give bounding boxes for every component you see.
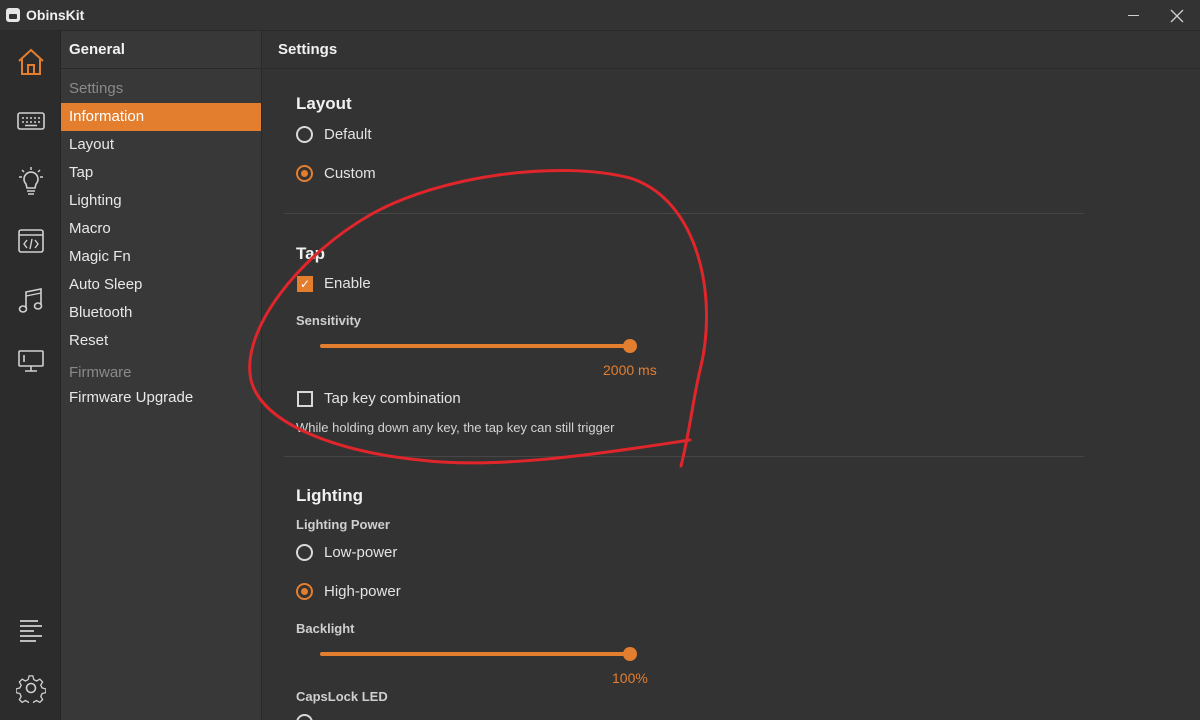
backlight-value: 100%: [612, 670, 648, 686]
tap-combo-hint: While holding down any key, the tap key …: [296, 420, 615, 435]
tap-enable-label[interactable]: Enable: [324, 275, 371, 292]
nav-settings[interactable]: [14, 671, 48, 705]
icon-rail: [0, 31, 61, 720]
sidebar-item-tap[interactable]: Tap: [61, 159, 261, 187]
sensitivity-label: Sensitivity: [296, 313, 362, 328]
backlight-label: Backlight: [296, 621, 355, 636]
tap-combo-checkbox[interactable]: [297, 391, 313, 407]
minimize-icon: [1127, 15, 1139, 16]
section-divider: [284, 213, 1084, 214]
code-icon: [18, 229, 44, 253]
layout-section-title: Layout: [296, 94, 352, 113]
sidebar-item-auto-sleep[interactable]: Auto Sleep: [61, 271, 261, 299]
log-icon: [20, 620, 42, 642]
sensitivity-slider-thumb[interactable]: [623, 339, 637, 353]
sidebar-item-magic-fn[interactable]: Magic Fn: [61, 243, 261, 271]
low-power-radio[interactable]: [296, 544, 313, 561]
high-power-label[interactable]: High-power: [324, 583, 401, 600]
tap-enable-checkbox[interactable]: ✓: [297, 276, 313, 292]
lighting-section-title: Lighting: [296, 486, 364, 505]
minimize-button[interactable]: [1110, 0, 1156, 31]
capslock-option-radio[interactable]: [296, 714, 313, 720]
sidebar-item-macro[interactable]: Macro: [61, 215, 261, 243]
sidebar-item-reset[interactable]: Reset: [61, 327, 261, 355]
nav-music[interactable]: [14, 284, 48, 318]
nav-home[interactable]: [14, 45, 48, 79]
sidebar-group-settings: Settings: [69, 80, 124, 97]
backlight-slider-track[interactable]: [320, 652, 630, 656]
sidebar-group-firmware: Firmware: [69, 364, 132, 381]
music-icon: [18, 288, 43, 313]
settings-panel: Settings Layout Default Custom Tap ✓ Ena…: [262, 31, 1200, 720]
sensitivity-slider-track[interactable]: [320, 344, 630, 348]
layout-custom-radio[interactable]: [296, 165, 313, 182]
nav-device[interactable]: [14, 344, 48, 378]
nav-keyboard[interactable]: [14, 104, 48, 138]
section-divider: [284, 456, 1084, 457]
layout-default-radio[interactable]: [296, 126, 313, 143]
monitor-icon: [18, 350, 44, 372]
close-button[interactable]: [1154, 0, 1200, 31]
keyboard-icon: [17, 112, 45, 130]
high-power-radio[interactable]: [296, 583, 313, 600]
sidebar-item-firmware-upgrade[interactable]: Firmware Upgrade: [61, 384, 261, 412]
layout-custom-label[interactable]: Custom: [324, 165, 376, 182]
gear-icon: [16, 675, 46, 703]
backlight-slider-thumb[interactable]: [623, 647, 637, 661]
sidebar-header: General: [61, 31, 261, 69]
sidebar-item-information[interactable]: Information: [61, 103, 261, 131]
sensitivity-value: 2000 ms: [603, 362, 657, 378]
lightbulb-icon: [19, 167, 43, 195]
layout-default-label[interactable]: Default: [324, 126, 372, 143]
page-title: Settings: [262, 31, 1200, 69]
nav-lighting[interactable]: [14, 164, 48, 198]
tap-combo-label[interactable]: Tap key combination: [324, 390, 461, 407]
tap-section-title: Tap: [296, 244, 325, 263]
sidebar-item-lighting[interactable]: Lighting: [61, 187, 261, 215]
sidebar-item-layout[interactable]: Layout: [61, 131, 261, 159]
nav-macro[interactable]: [14, 224, 48, 258]
lighting-power-label: Lighting Power: [296, 517, 390, 532]
close-icon: [1170, 9, 1184, 22]
home-icon: [18, 48, 44, 75]
title-bar: ObinsKit: [0, 0, 1200, 31]
nav-log[interactable]: [14, 612, 48, 646]
sidebar-item-bluetooth[interactable]: Bluetooth: [61, 299, 261, 327]
window-title: ObinsKit: [26, 7, 85, 23]
low-power-label[interactable]: Low-power: [324, 544, 397, 561]
app-logo-icon: [6, 8, 20, 22]
settings-sidebar: General Settings Information Layout Tap …: [61, 31, 262, 720]
capslock-led-label: CapsLock LED: [296, 689, 388, 704]
